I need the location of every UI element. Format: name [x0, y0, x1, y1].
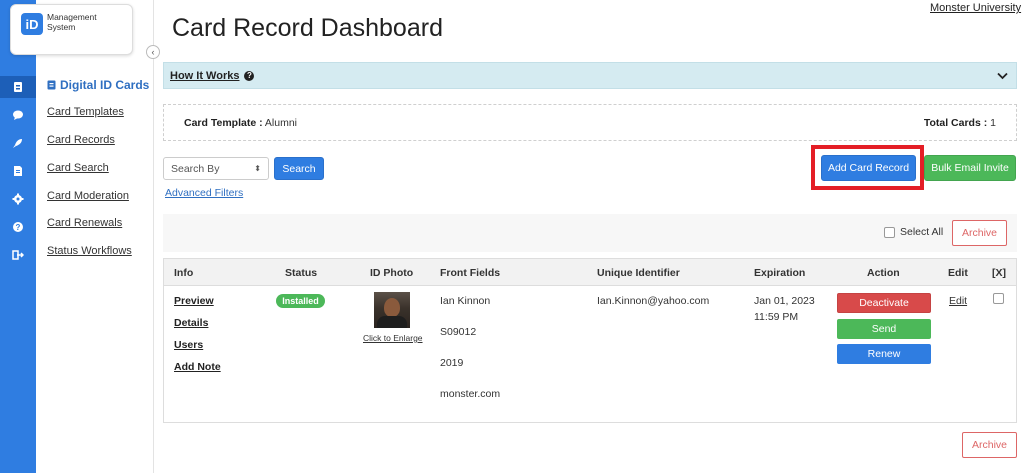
select-all-control[interactable]: Select All: [884, 226, 943, 238]
card-template-summary: Card Template : Alumni Total Cards : 1: [163, 104, 1017, 141]
card-template-value: Alumni: [264, 116, 298, 129]
total-cards-value: 1: [990, 116, 996, 129]
photo-face: [384, 298, 400, 317]
column-header-unique-identifier: Unique Identifier: [597, 267, 680, 279]
edit-link[interactable]: Edit: [949, 295, 967, 307]
select-all-checkbox[interactable]: [884, 226, 895, 238]
archive-button-bottom[interactable]: Archive: [962, 432, 1017, 458]
chat-icon[interactable]: [0, 104, 36, 126]
deactivate-button[interactable]: Deactivate: [837, 293, 931, 313]
status-badge: Installed: [276, 294, 325, 308]
logout-icon[interactable]: [0, 244, 36, 266]
card-template-info: Card Template : Alumni: [184, 117, 297, 129]
help-icon[interactable]: ?: [0, 216, 36, 238]
bulk-email-invite-button[interactable]: Bulk Email Invite: [924, 155, 1016, 181]
unique-identifier-value: Ian.Kinnon@yahoo.com: [597, 295, 710, 307]
how-it-works-panel[interactable]: How It Works ?: [163, 62, 1017, 89]
column-header-front-fields: Front Fields: [440, 267, 501, 279]
chevron-left-icon: ‹: [151, 47, 155, 57]
renew-button[interactable]: Renew: [837, 344, 931, 364]
sidebar-item-card-search[interactable]: Card Search: [47, 162, 109, 174]
sidebar-item-status-workflows[interactable]: Status Workflows: [47, 245, 132, 257]
chevron-down-icon[interactable]: [997, 72, 1008, 80]
sidebar-item-card-templates[interactable]: Card Templates: [47, 106, 124, 118]
column-header-info: Info: [174, 267, 194, 279]
card-template-label: Card Template :: [184, 116, 263, 129]
expiration-time: 11:59 PM: [754, 311, 799, 323]
click-to-enlarge-link[interactable]: Click to Enlarge: [363, 333, 423, 343]
details-link[interactable]: Details: [174, 317, 208, 329]
table-header: Info Status ID Photo Front Fields Unique…: [164, 259, 1016, 286]
front-field-id: S09012: [440, 326, 477, 338]
sidebar-item-card-records[interactable]: Card Records: [47, 134, 115, 146]
document-icon[interactable]: [0, 160, 36, 182]
front-field-year: 2019: [440, 357, 464, 369]
icon-rail: ?: [0, 0, 36, 473]
svg-text:?: ?: [16, 223, 21, 232]
how-it-works-label[interactable]: How It Works ?: [170, 69, 255, 82]
column-header-id-photo: ID Photo: [370, 267, 414, 279]
photo-body: [377, 316, 407, 328]
app-logo[interactable]: iD Management System: [10, 4, 133, 55]
column-header-expiration: Expiration: [754, 267, 806, 279]
search-by-value: Search By: [171, 162, 220, 175]
id-photo-thumbnail[interactable]: [374, 292, 410, 328]
sidebar-item-card-renewals[interactable]: Card Renewals: [47, 217, 122, 229]
id-card-icon: [47, 80, 56, 90]
gear-icon[interactable]: [0, 188, 36, 210]
sidebar-section-title: Digital ID Cards: [47, 78, 149, 92]
how-it-works-text: How It Works: [170, 69, 240, 82]
select-arrows-icon: ⬍: [254, 164, 261, 173]
sidebar-item-card-moderation[interactable]: Card Moderation: [47, 190, 129, 202]
select-all-label: Select All: [900, 226, 944, 238]
send-button[interactable]: Send: [837, 319, 931, 339]
column-header-edit: Edit: [948, 267, 968, 279]
row-select-checkbox[interactable]: [993, 293, 1004, 304]
sidebar-section-label: Digital ID Cards: [60, 78, 150, 92]
add-note-link[interactable]: Add Note: [174, 361, 221, 373]
highlight-box: [811, 145, 924, 190]
logo-badge: iD: [21, 13, 43, 35]
column-header-select: [X]: [992, 267, 1006, 279]
users-link[interactable]: Users: [174, 339, 203, 351]
help-icon: ?: [244, 70, 255, 81]
page-title: Card Record Dashboard: [172, 14, 443, 42]
organization-link[interactable]: Monster University: [930, 2, 1021, 14]
column-header-action: Action: [867, 267, 900, 279]
sidebar: [36, 0, 154, 473]
front-field-name: Ian Kinnon: [440, 295, 491, 307]
card-records-table: Info Status ID Photo Front Fields Unique…: [163, 258, 1017, 423]
search-button[interactable]: Search: [274, 157, 324, 180]
preview-link[interactable]: Preview: [174, 295, 214, 307]
column-header-status: Status: [285, 267, 318, 279]
search-by-select[interactable]: Search By ⬍: [163, 157, 269, 180]
rocket-icon[interactable]: [0, 132, 36, 154]
id-card-icon[interactable]: [0, 76, 36, 98]
advanced-filters-link[interactable]: Advanced Filters: [165, 187, 243, 199]
expiration-date: Jan 01, 2023: [754, 295, 815, 307]
total-cards-info: Total Cards : 1: [924, 117, 996, 129]
total-cards-label: Total Cards :: [923, 116, 988, 129]
front-field-domain: monster.com: [440, 388, 501, 400]
collapse-sidebar-button[interactable]: ‹: [146, 45, 160, 59]
logo-text: Management System: [47, 12, 97, 32]
archive-button-top[interactable]: Archive: [952, 220, 1007, 246]
